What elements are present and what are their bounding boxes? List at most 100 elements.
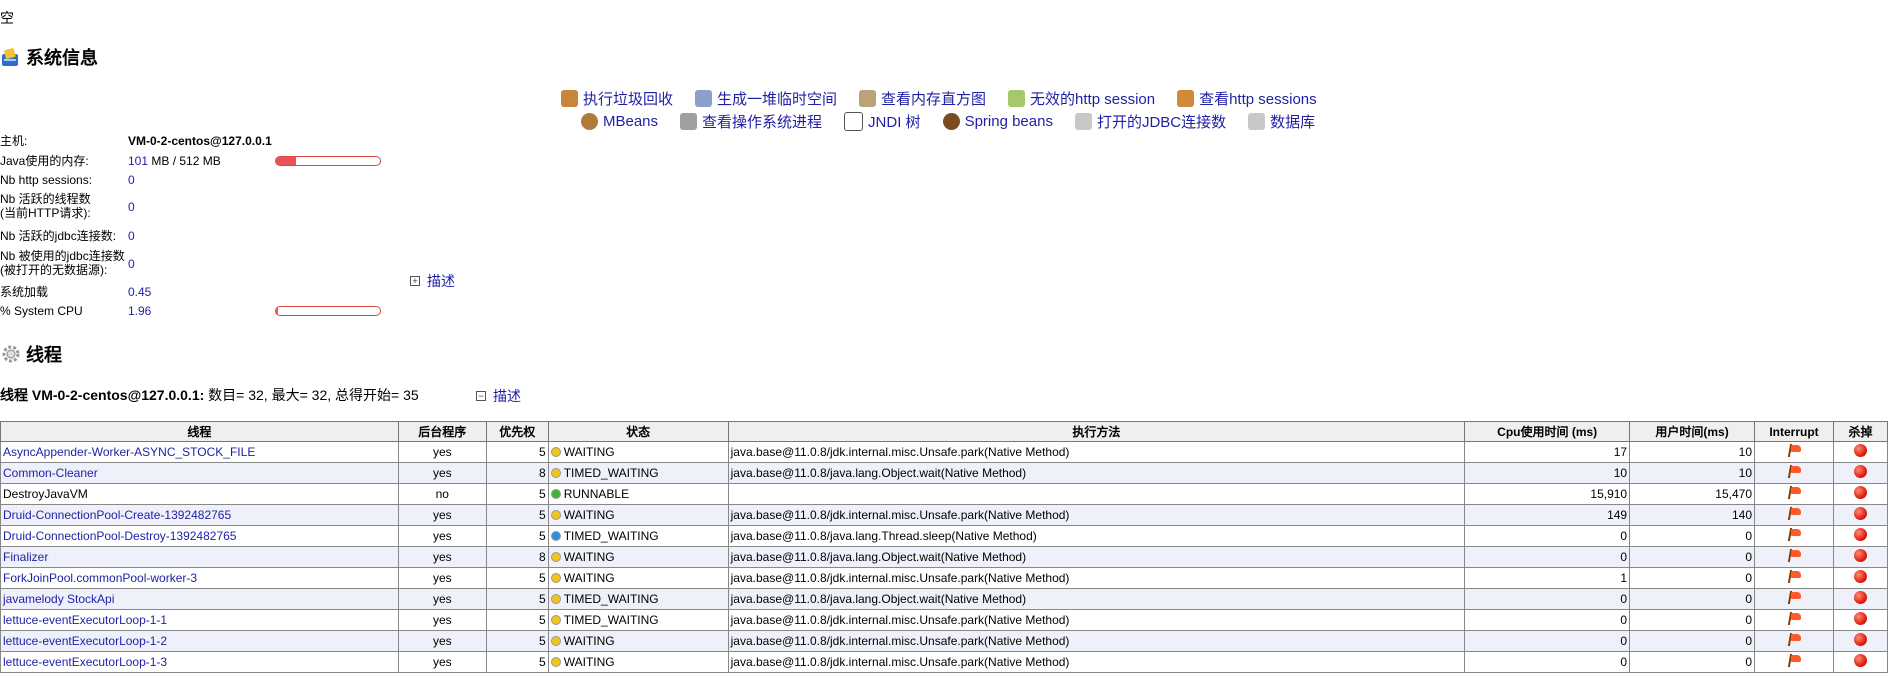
interrupt-flag-icon[interactable] [1787, 591, 1801, 604]
system-describe-label: 描述 [427, 273, 455, 289]
system-load-label: 系统加载 [0, 285, 49, 299]
interrupt-cell [1754, 441, 1834, 463]
priority-cell: 5 [485, 441, 549, 463]
collapse-icon: − [476, 391, 486, 401]
action-link-jndi-tree[interactable]: JNDI 树 [844, 111, 921, 132]
system-info-title: 系统信息 [26, 48, 98, 68]
thread-name-link[interactable]: lettuce-eventExecutorLoop-1-1 [3, 613, 167, 627]
kill-thread-icon[interactable] [1853, 654, 1867, 667]
interrupt-flag-icon[interactable] [1787, 507, 1801, 520]
column-header[interactable]: Interrupt [1754, 421, 1834, 442]
used-jdbc-value[interactable]: 0 [128, 257, 135, 271]
column-header[interactable]: 优先权 [485, 421, 549, 442]
state-indicator-icon [550, 468, 561, 478]
interrupt-flag-icon[interactable] [1787, 570, 1801, 583]
thread-name-cell: Druid-ConnectionPool-Create-1392482765 [0, 504, 399, 526]
system-describe-toggle[interactable]: + 描述 [410, 271, 455, 291]
thread-name-link[interactable]: DestroyJavaVM [3, 487, 88, 501]
action-link-users[interactable]: 查看http sessions [1177, 88, 1317, 109]
interrupt-cell [1754, 483, 1834, 505]
interrupt-flag-icon[interactable] [1787, 486, 1801, 499]
kill-thread-icon[interactable] [1853, 486, 1867, 499]
system-load-value[interactable]: 0.45 [128, 285, 151, 299]
table-row: lettuce-eventExecutorLoop-1-2 yes 5 WAITING… [0, 630, 1888, 652]
action-link-label: Spring beans [964, 113, 1053, 130]
kill-thread-icon[interactable] [1853, 528, 1867, 541]
state-label: RUNNABLE [563, 487, 630, 501]
threads-describe-toggle[interactable]: − 描述 [476, 386, 521, 406]
column-header[interactable]: 状态 [547, 421, 729, 442]
interrupt-flag-icon[interactable] [1787, 633, 1801, 646]
interrupt-flag-icon[interactable] [1787, 654, 1801, 667]
thread-name-link[interactable]: Druid-ConnectionPool-Create-1392482765 [3, 508, 231, 522]
thread-name-link[interactable]: AsyncAppender-Worker-ASYNC_STOCK_FILE [3, 445, 255, 459]
priority-cell: 8 [485, 462, 549, 484]
method-cell: java.base@11.0.8/java.lang.Object.wait(N… [727, 588, 1466, 610]
state-cell: WAITING [547, 567, 729, 589]
active-jdbc-value[interactable]: 0 [128, 229, 135, 243]
action-link-heap-dump[interactable]: 生成一堆临时空间 [695, 88, 837, 109]
daemon-cell: yes [397, 546, 487, 568]
column-header[interactable]: Cpu使用时间 (ms) [1464, 421, 1631, 442]
memory-used-link[interactable]: 101 [128, 154, 148, 168]
column-header[interactable]: 用户时间(ms) [1629, 421, 1755, 442]
kill-thread-icon[interactable] [1853, 633, 1867, 646]
thread-name-link[interactable]: ForkJoinPool.commonPool-worker-3 [3, 571, 197, 585]
column-header[interactable]: 执行方法 [727, 421, 1466, 442]
thread-name-link[interactable]: Druid-ConnectionPool-Destroy-1392482765 [3, 529, 236, 543]
interrupt-flag-icon[interactable] [1787, 612, 1801, 625]
action-link-invalid-session[interactable]: 无效的http session [1008, 88, 1155, 109]
active-threads-value[interactable]: 0 [128, 200, 135, 214]
column-header[interactable]: 杀掉 [1832, 421, 1888, 442]
thread-name-link[interactable]: Common-Cleaner [3, 466, 98, 480]
http-sessions-value[interactable]: 0 [128, 173, 135, 187]
interrupt-flag-icon[interactable] [1787, 528, 1801, 541]
interrupt-cell [1754, 567, 1834, 589]
priority-cell: 5 [485, 504, 549, 526]
interrupt-flag-icon[interactable] [1787, 465, 1801, 478]
thread-name-link[interactable]: javamelody StockApi [3, 592, 114, 606]
table-row: Druid-ConnectionPool-Destroy-1392482765 y… [0, 525, 1888, 547]
user-time-cell: 10 [1629, 441, 1755, 463]
action-link-broom[interactable]: 执行垃圾回收 [561, 88, 673, 109]
action-link-database[interactable]: 数据库 [1248, 111, 1315, 132]
cpu-usage-fill [276, 307, 279, 315]
kill-cell [1832, 588, 1888, 610]
system-cpu-value[interactable]: 1.96 [128, 304, 151, 318]
kill-thread-icon[interactable] [1853, 507, 1867, 520]
action-link-processes[interactable]: 查看操作系统进程 [680, 111, 822, 132]
kill-cell [1832, 567, 1888, 589]
interrupt-flag-icon[interactable] [1787, 549, 1801, 562]
kill-thread-icon[interactable] [1853, 549, 1867, 562]
action-link-beans[interactable]: MBeans [581, 113, 658, 130]
action-link-database[interactable]: 打开的JDBC连接数 [1074, 111, 1226, 132]
user-time-cell: 0 [1629, 651, 1755, 673]
kill-thread-icon[interactable] [1853, 465, 1867, 478]
cpu-usage-bar [275, 306, 381, 316]
state-cell: WAITING [547, 546, 729, 568]
column-header[interactable]: 后台程序 [397, 421, 487, 442]
daemon-cell: yes [397, 588, 487, 610]
column-header[interactable]: 线程 [0, 421, 399, 442]
user-time-cell: 15,470 [1629, 483, 1755, 505]
method-cell: java.base@11.0.8/jdk.internal.misc.Unsaf… [727, 441, 1466, 463]
host-label: 主机: [0, 134, 28, 148]
threads-title: 线程 [26, 345, 62, 365]
thread-name-link[interactable]: Finalizer [3, 550, 48, 564]
invalid-session-icon [1008, 90, 1026, 107]
action-link-memory-histogram[interactable]: 查看内存直方图 [859, 88, 986, 109]
memory-value: 101 MB / 512 MB [128, 154, 221, 168]
thread-name-link[interactable]: lettuce-eventExecutorLoop-1-3 [3, 655, 167, 669]
memory-usage-fill [276, 157, 297, 165]
action-link-spring-bean[interactable]: Spring beans [942, 113, 1053, 130]
interrupt-cell [1754, 651, 1834, 673]
threads-summary: 线程 VM-0-2-centos@127.0.0.1: 数目= 32, 最大= … [0, 385, 419, 405]
kill-thread-icon[interactable] [1853, 444, 1867, 457]
thread-name-link[interactable]: lettuce-eventExecutorLoop-1-2 [3, 634, 167, 648]
thread-name-cell: lettuce-eventExecutorLoop-1-3 [0, 651, 399, 673]
kill-thread-icon[interactable] [1853, 570, 1867, 583]
interrupt-flag-icon[interactable] [1787, 444, 1801, 457]
kill-thread-icon[interactable] [1853, 591, 1867, 604]
actions-row-1: 执行垃圾回收 生成一堆临时空间 查看内存直方图 无效的http session 查看ht… [561, 88, 1339, 109]
kill-thread-icon[interactable] [1853, 612, 1867, 625]
